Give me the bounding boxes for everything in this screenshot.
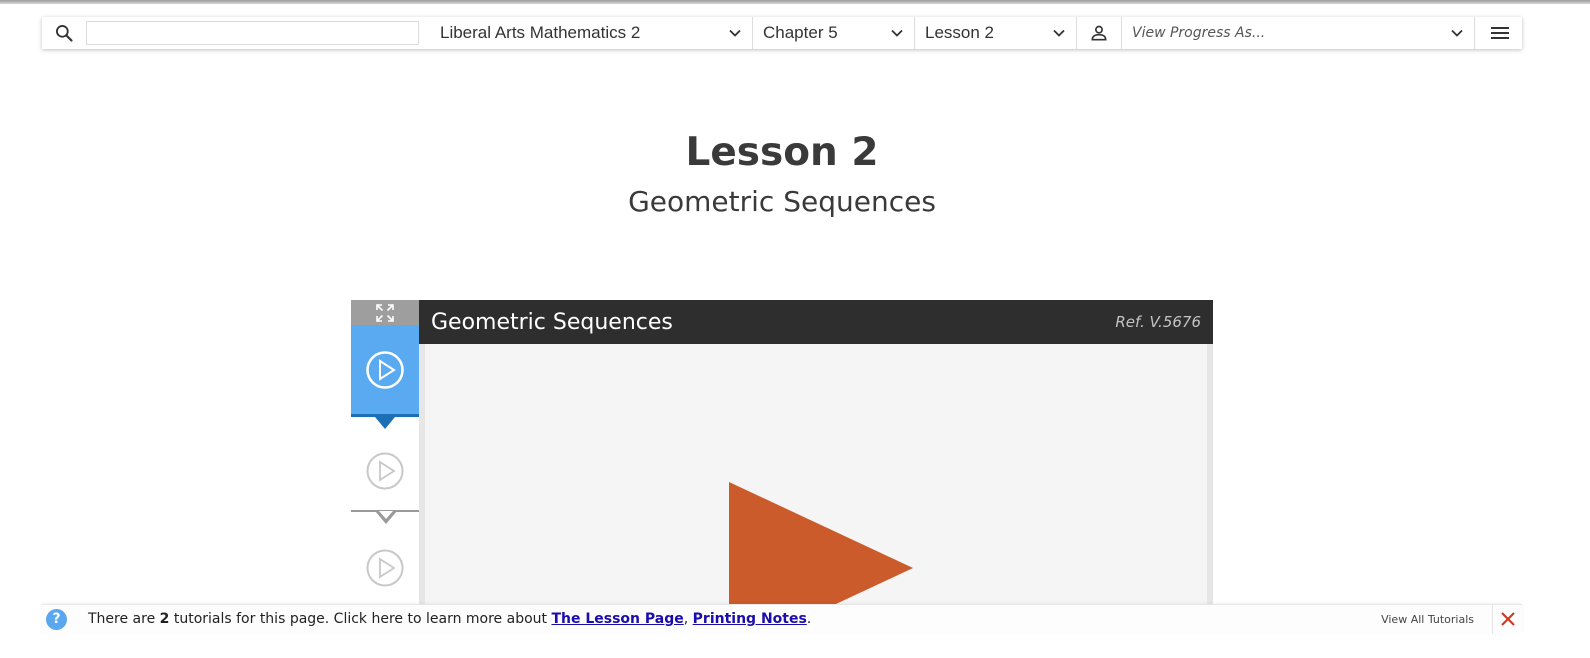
lesson-page-link[interactable]: The Lesson Page bbox=[551, 611, 683, 627]
tutorial-end: . bbox=[806, 611, 812, 627]
menu-button[interactable] bbox=[1478, 17, 1522, 49]
tutorial-text-before: There are bbox=[88, 611, 160, 627]
play-circle-icon bbox=[366, 549, 404, 587]
window-top-shadow bbox=[0, 0, 1590, 4]
video-player[interactable] bbox=[425, 344, 1207, 606]
page-title: Lesson 2 bbox=[685, 130, 879, 175]
view-all-tutorials-link[interactable]: View All Tutorials bbox=[1381, 613, 1474, 626]
printing-notes-link[interactable]: Printing Notes bbox=[693, 611, 807, 627]
nav-divider bbox=[1474, 17, 1475, 49]
menu-icon bbox=[1491, 27, 1509, 39]
chevron-down-icon bbox=[1053, 29, 1065, 37]
play-circle-icon bbox=[366, 452, 404, 490]
expand-icon bbox=[376, 303, 394, 322]
close-tutorial-button[interactable] bbox=[1492, 604, 1522, 634]
lesson-select[interactable]: Lesson 2 bbox=[915, 17, 1076, 49]
chevron-down-icon bbox=[1451, 29, 1463, 37]
tutorial-text-after: tutorials for this page. Click here to l… bbox=[169, 611, 552, 627]
search-icon bbox=[56, 25, 73, 42]
expand-button[interactable] bbox=[351, 300, 419, 325]
video-frame bbox=[419, 344, 1213, 606]
video-tab-3[interactable] bbox=[351, 522, 419, 614]
tutorial-count: 2 bbox=[159, 611, 170, 627]
close-icon bbox=[1500, 612, 1515, 626]
top-navbar: Liberal Arts Mathematics 2 Chapter 5 Les… bbox=[42, 17, 1522, 49]
video-tab-2[interactable] bbox=[351, 425, 419, 517]
chevron-down-icon bbox=[891, 29, 903, 37]
course-select-value: Liberal Arts Mathematics 2 bbox=[440, 23, 641, 42]
view-progress-select[interactable]: View Progress As... bbox=[1122, 17, 1474, 49]
view-progress-placeholder: View Progress As... bbox=[1132, 25, 1266, 41]
video-tab-1[interactable] bbox=[351, 325, 419, 417]
course-select[interactable]: Liberal Arts Mathematics 2 bbox=[430, 17, 752, 49]
tutorial-separator: , bbox=[683, 611, 693, 627]
video-header: Geometric Sequences Ref. V.5676 bbox=[419, 300, 1213, 344]
help-icon[interactable]: ? bbox=[46, 608, 67, 630]
user-icon bbox=[1091, 25, 1107, 41]
play-circle-icon bbox=[366, 350, 404, 389]
tutorial-bar: ? There are 2 tutorials for this page. C… bbox=[42, 604, 1522, 634]
play-icon[interactable] bbox=[729, 482, 919, 606]
search-button[interactable] bbox=[42, 17, 86, 49]
search-input[interactable] bbox=[86, 21, 419, 45]
video-title: Geometric Sequences bbox=[431, 309, 673, 335]
tab-divider-notch-inner bbox=[379, 511, 393, 519]
chapter-select-value: Chapter 5 bbox=[763, 23, 838, 42]
lesson-select-value: Lesson 2 bbox=[925, 23, 994, 42]
page-subtitle: Geometric Sequences bbox=[628, 185, 936, 218]
user-button[interactable] bbox=[1077, 17, 1121, 49]
chapter-select[interactable]: Chapter 5 bbox=[753, 17, 914, 49]
video-reference: Ref. V.5676 bbox=[1115, 313, 1201, 331]
tutorial-message[interactable]: There are 2 tutorials for this page. Cli… bbox=[88, 611, 811, 627]
chevron-down-icon bbox=[729, 29, 741, 37]
